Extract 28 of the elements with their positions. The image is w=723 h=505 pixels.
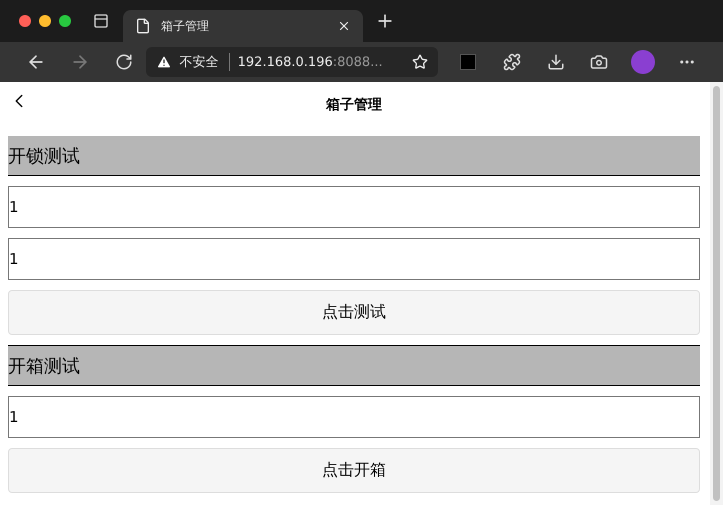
input-field[interactable]: 1 bbox=[8, 396, 700, 438]
puzzle-icon[interactable] bbox=[502, 53, 521, 71]
section-heading: 开箱测试 bbox=[8, 345, 700, 386]
zoom-window-icon[interactable] bbox=[59, 15, 71, 27]
test-button[interactable]: 点击测试 bbox=[8, 290, 700, 335]
minimize-window-icon[interactable] bbox=[39, 15, 51, 27]
scrollbar-thumb[interactable] bbox=[713, 86, 720, 501]
url-text: 192.168.0.196:8088... bbox=[238, 54, 384, 70]
address-bar[interactable]: 不安全 192.168.0.196:8088... bbox=[146, 47, 438, 77]
page-icon bbox=[135, 18, 151, 34]
warning-icon bbox=[156, 54, 172, 70]
reload-icon[interactable] bbox=[114, 53, 133, 71]
tab-panel-icon[interactable] bbox=[93, 13, 109, 29]
scrollbar[interactable] bbox=[710, 82, 723, 505]
section-heading: 开锁测试 bbox=[8, 136, 700, 176]
test-button[interactable]: 点击开箱 bbox=[8, 448, 700, 493]
security-label: 不安全 bbox=[180, 53, 230, 71]
tab-title: 箱子管理 bbox=[161, 18, 210, 34]
page-title: 箱子管理 bbox=[326, 96, 382, 114]
extension-icon[interactable] bbox=[460, 54, 476, 70]
download-icon[interactable] bbox=[546, 53, 564, 71]
close-icon[interactable] bbox=[337, 19, 351, 33]
close-window-icon[interactable] bbox=[19, 15, 31, 27]
star-icon[interactable] bbox=[412, 54, 428, 70]
input-field[interactable]: 1 bbox=[8, 238, 700, 280]
input-field[interactable]: 1 bbox=[8, 186, 700, 228]
browser-tab[interactable]: 箱子管理 bbox=[123, 10, 363, 42]
camera-icon[interactable] bbox=[590, 53, 608, 71]
